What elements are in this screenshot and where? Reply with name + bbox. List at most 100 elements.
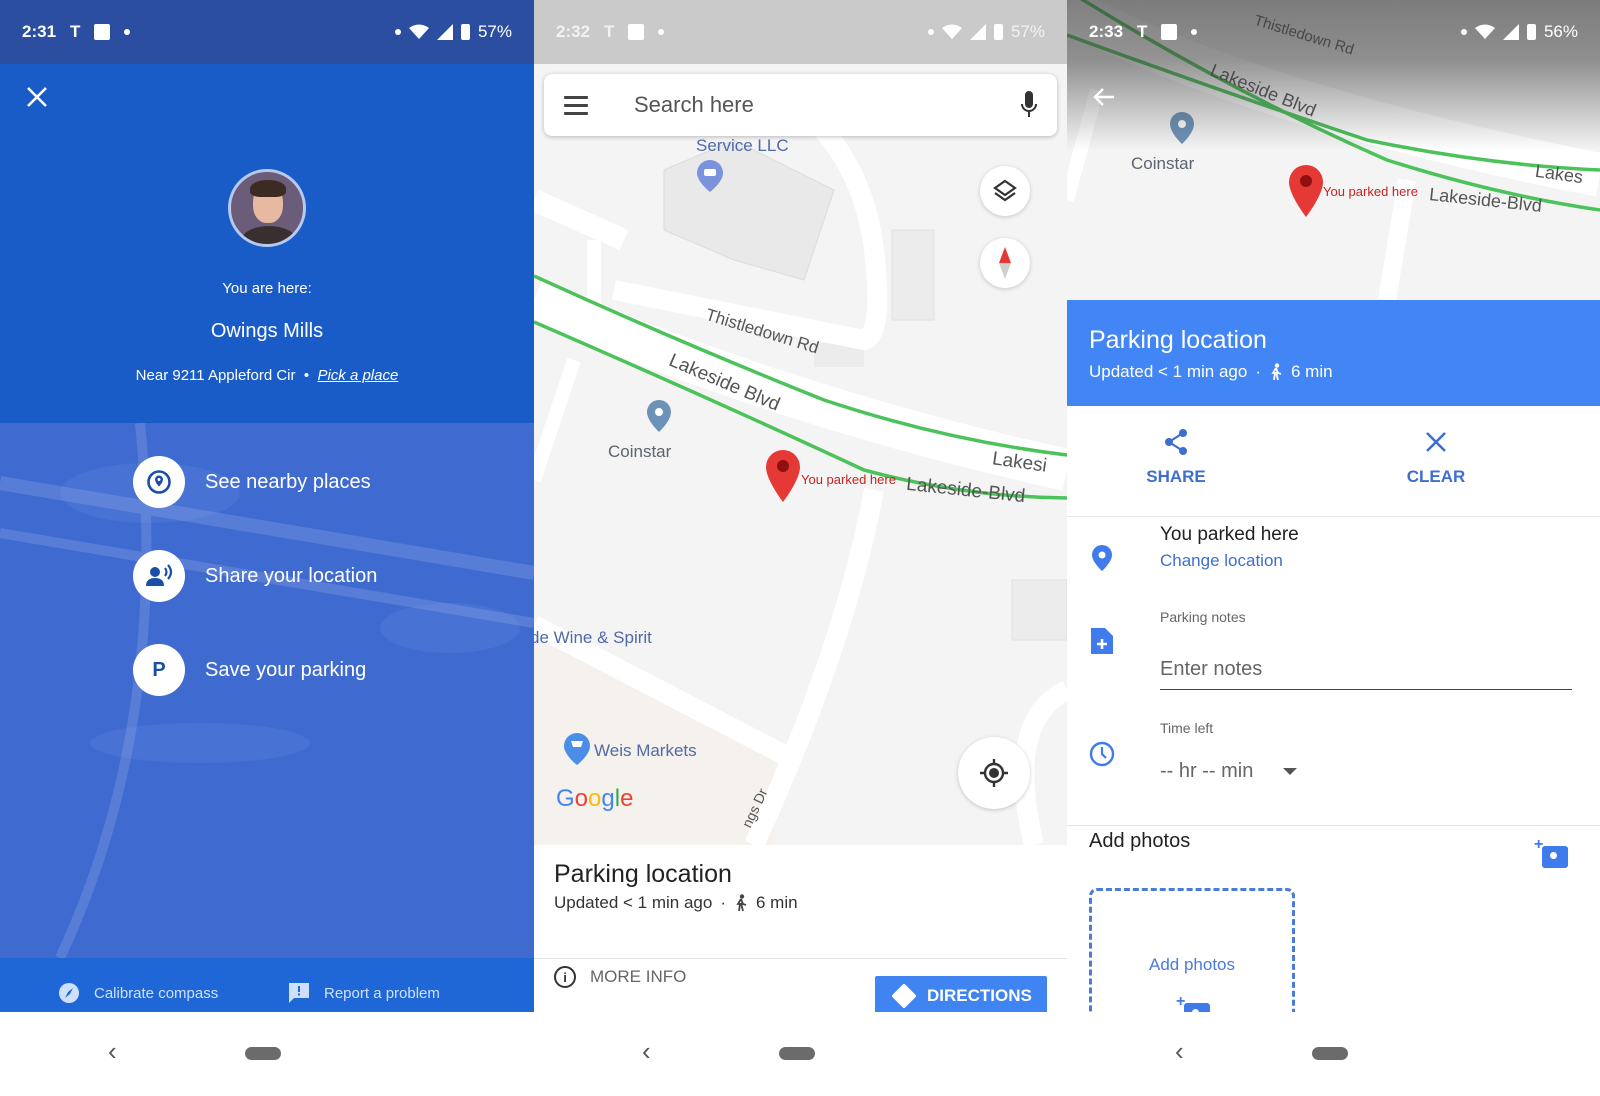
time-left-dropdown[interactable]: -- hr -- min: [1160, 760, 1298, 783]
compass-needle-icon: [999, 247, 1011, 279]
explore-location-panel: 2:31 T 57% You are here: Owings Mills Ne…: [0, 0, 534, 1096]
google-logo-letter: o: [574, 785, 589, 812]
status-bar: 2:32 T 57%: [534, 0, 1067, 64]
map-label-coinstar[interactable]: Coinstar: [608, 442, 671, 462]
layers-icon: [993, 179, 1017, 202]
directions-button[interactable]: DIRECTIONS: [875, 976, 1047, 1016]
share-your-location-label: Share your location: [205, 564, 378, 587]
google-logo-letter: G: [556, 785, 575, 812]
microphone-icon[interactable]: [1021, 91, 1037, 119]
updated-time: Updated < 1 min ago: [554, 893, 713, 912]
updated-time: Updated < 1 min ago: [1089, 362, 1248, 381]
wifi-icon: [941, 24, 962, 39]
add-photo-camera-button[interactable]: +: [1534, 836, 1568, 868]
my-location-icon: [980, 759, 1008, 787]
parked-car-pin-icon[interactable]: [766, 450, 800, 502]
carrier-icon: T: [1137, 22, 1148, 41]
nav-home-button[interactable]: [779, 1047, 815, 1060]
battery-percent: 57%: [1010, 22, 1045, 41]
nav-home-button[interactable]: [1312, 1047, 1348, 1060]
status-time: 2:32: [556, 22, 591, 41]
save-your-parking-label: Save your parking: [205, 658, 367, 681]
share-button[interactable]: SHARE: [1116, 425, 1236, 487]
dropdown-arrow-icon: [1283, 768, 1298, 775]
google-logo-letter: e: [620, 785, 634, 812]
system-navigation-bar: ‹: [534, 1012, 1067, 1096]
back-button[interactable]: [1093, 86, 1115, 114]
you-are-here-label: You are here:: [222, 280, 312, 297]
battery-icon: [1526, 24, 1536, 40]
map-label-service-llc[interactable]: Service LLC: [696, 136, 789, 156]
change-location-link[interactable]: Change location: [1160, 551, 1283, 571]
separator-dot: ·: [720, 893, 726, 912]
search-bar[interactable]: Search here: [544, 74, 1057, 136]
wifi-icon: [408, 24, 429, 39]
parking-notes-label: Parking notes: [1160, 609, 1246, 625]
parking-location-header: Parking location Updated < 1 min ago · 6…: [1067, 300, 1600, 406]
shopping-cart-pin-icon[interactable]: [564, 733, 590, 765]
close-button[interactable]: [26, 84, 48, 114]
share-your-location-button[interactable]: Share your location: [133, 550, 377, 602]
more-info-button[interactable]: i MORE INFO: [554, 966, 686, 988]
save-your-parking-button[interactable]: P Save your parking: [133, 644, 366, 696]
signal-icon: [436, 24, 453, 40]
notification-dot-icon: [1460, 29, 1467, 35]
clear-button[interactable]: CLEAR: [1376, 425, 1496, 487]
my-location-button[interactable]: [958, 737, 1030, 809]
search-input[interactable]: Search here: [634, 92, 1021, 118]
map-label-weis-markets[interactable]: Weis Markets: [594, 741, 697, 761]
map-label-you-parked-here: You parked here: [1323, 184, 1418, 199]
avatar[interactable]: [228, 169, 306, 247]
calibrate-compass-button[interactable]: Calibrate compass: [58, 982, 218, 1004]
location-target-icon: [133, 456, 185, 508]
battery-percent: 57%: [477, 22, 512, 41]
google-logo-letter: g: [601, 785, 615, 812]
near-address: Near 9211 Appleford Cir • Pick a place: [0, 367, 534, 384]
nav-back-button[interactable]: ‹: [1175, 1036, 1184, 1067]
header-subtitle: Updated < 1 min ago · 6 min: [1089, 362, 1333, 382]
directions-label: DIRECTIONS: [927, 986, 1032, 1005]
status-bar: 2:31 T 57%: [0, 0, 534, 64]
sheet-title: Parking location: [554, 860, 732, 888]
carrier-icon: T: [604, 22, 615, 41]
signal-icon: [1502, 24, 1519, 40]
separator-dot: ·: [1255, 362, 1261, 381]
nav-home-button[interactable]: [245, 1047, 281, 1060]
coinstar-pin-icon[interactable]: [647, 400, 671, 432]
notification-dot-icon: [124, 29, 131, 35]
time-left-value: -- hr -- min: [1160, 760, 1254, 782]
maps-notification-icon: [628, 24, 645, 40]
parking-notes-input[interactable]: [1160, 650, 1572, 690]
current-city: Owings Mills: [210, 320, 324, 342]
notification-dot-icon: [394, 29, 401, 35]
note-add-icon: [1089, 628, 1115, 654]
car-service-pin-icon[interactable]: [697, 160, 723, 192]
map-label-wine-spirit[interactable]: de Wine & Spirit: [534, 628, 652, 648]
nav-back-button[interactable]: ‹: [108, 1036, 117, 1067]
maps-notification-icon: [94, 24, 111, 40]
pick-a-place-link[interactable]: Pick a place: [317, 367, 398, 384]
arrow-back-icon: [1093, 88, 1114, 106]
walk-time: 6 min: [755, 893, 798, 912]
google-logo: Google: [556, 785, 633, 813]
report-problem-button[interactable]: Report a problem: [288, 982, 440, 1004]
layers-button[interactable]: [980, 166, 1030, 216]
maps-notification-icon: [1161, 24, 1178, 40]
parked-car-pin-icon[interactable]: [1289, 165, 1323, 217]
battery-icon: [993, 24, 1003, 40]
add-photos-box-label: Add photos: [1148, 955, 1235, 974]
status-time: 2:33: [1089, 22, 1124, 41]
walking-icon: [736, 894, 747, 912]
compass-icon: [59, 983, 79, 1003]
menu-icon[interactable]: [564, 95, 588, 115]
feedback-icon: [289, 983, 309, 1003]
map-label-coinstar[interactable]: Coinstar: [1131, 154, 1194, 174]
compass-button[interactable]: [980, 238, 1030, 288]
see-nearby-places-label: See nearby places: [205, 470, 371, 493]
nav-back-button[interactable]: ‹: [642, 1036, 651, 1067]
share-icon: [1165, 429, 1187, 455]
report-problem-label: Report a problem: [324, 984, 440, 1002]
see-nearby-places-button[interactable]: See nearby places: [133, 456, 371, 508]
map-parking-panel: Service LLC Thistledown Rd Lakeside Blvd…: [534, 0, 1067, 1096]
battery-percent: 56%: [1543, 22, 1578, 41]
